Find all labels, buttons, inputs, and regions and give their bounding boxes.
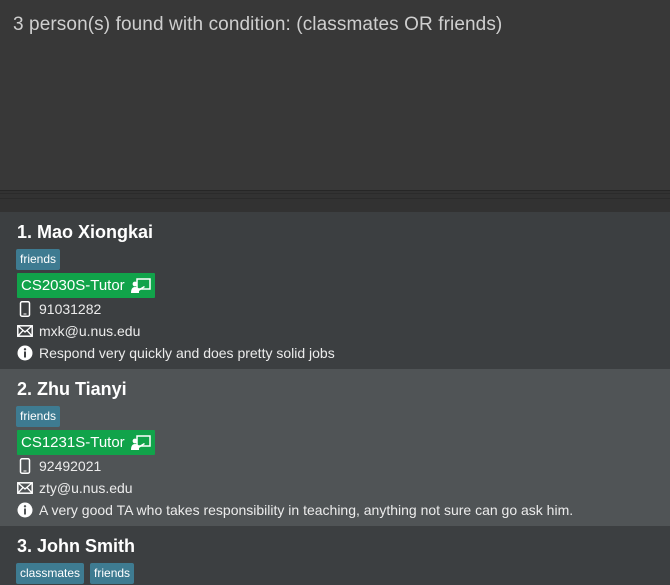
- person-name: 3. John Smith: [17, 536, 136, 556]
- person-name: 1. Mao Xiongkai: [17, 222, 154, 242]
- phone-row: 91031282: [17, 301, 101, 317]
- person-card[interactable]: 1. Mao Xiongkai friends CS2030S-Tutor 91…: [0, 212, 670, 369]
- envelope-icon: [17, 480, 33, 496]
- tutor-badge: CS2030S-Tutor: [17, 273, 155, 298]
- tag-list: friends: [16, 249, 61, 270]
- tag-friends: friends: [90, 563, 135, 584]
- tag-friends: friends: [16, 406, 61, 427]
- person-name: 2. Zhu Tianyi: [17, 379, 127, 399]
- email-row: zty@u.nus.edu: [17, 480, 133, 496]
- result-display: 3 person(s) found with condition: (class…: [0, 0, 670, 190]
- email-address: zty@u.nus.edu: [39, 480, 133, 496]
- email-address: mxk@u.nus.edu: [39, 323, 141, 339]
- tutor-label: CS2030S-Tutor: [21, 277, 125, 294]
- tag-list: classmates friends: [16, 563, 135, 584]
- phone-number: 91031282: [39, 301, 102, 317]
- phone-number: 92492021: [39, 458, 102, 474]
- person-list[interactable]: 1. Mao Xiongkai friends CS2030S-Tutor 91…: [0, 212, 670, 585]
- mobile-phone-icon: [17, 301, 33, 317]
- remark-text: Respond very quickly and does pretty sol…: [39, 345, 335, 361]
- remark-row: Respond very quickly and does pretty sol…: [17, 345, 335, 361]
- person-card[interactable]: 2. Zhu Tianyi friends CS1231S-Tutor 9249…: [0, 369, 670, 526]
- tag-friends: friends: [16, 249, 61, 270]
- person-card[interactable]: 3. John Smith classmates friends: [0, 526, 670, 585]
- info-icon: [17, 502, 33, 518]
- teacher-board-icon: [130, 277, 151, 293]
- tutor-badge: CS1231S-Tutor: [17, 430, 155, 455]
- tag-classmates: classmates: [16, 563, 85, 584]
- envelope-icon: [17, 323, 33, 339]
- phone-row: 92492021: [17, 458, 101, 474]
- panel-divider[interactable]: [0, 190, 670, 213]
- remark-text: A very good TA who takes responsibility …: [39, 502, 574, 518]
- tag-list: friends: [16, 406, 61, 427]
- remark-row: A very good TA who takes responsibility …: [17, 502, 573, 518]
- email-row: mxk@u.nus.edu: [17, 323, 140, 339]
- tutor-label: CS1231S-Tutor: [21, 434, 125, 451]
- teacher-board-icon: [130, 434, 151, 450]
- info-icon: [17, 345, 33, 361]
- result-message: 3 person(s) found with condition: (class…: [13, 14, 503, 35]
- mobile-phone-icon: [17, 458, 33, 474]
